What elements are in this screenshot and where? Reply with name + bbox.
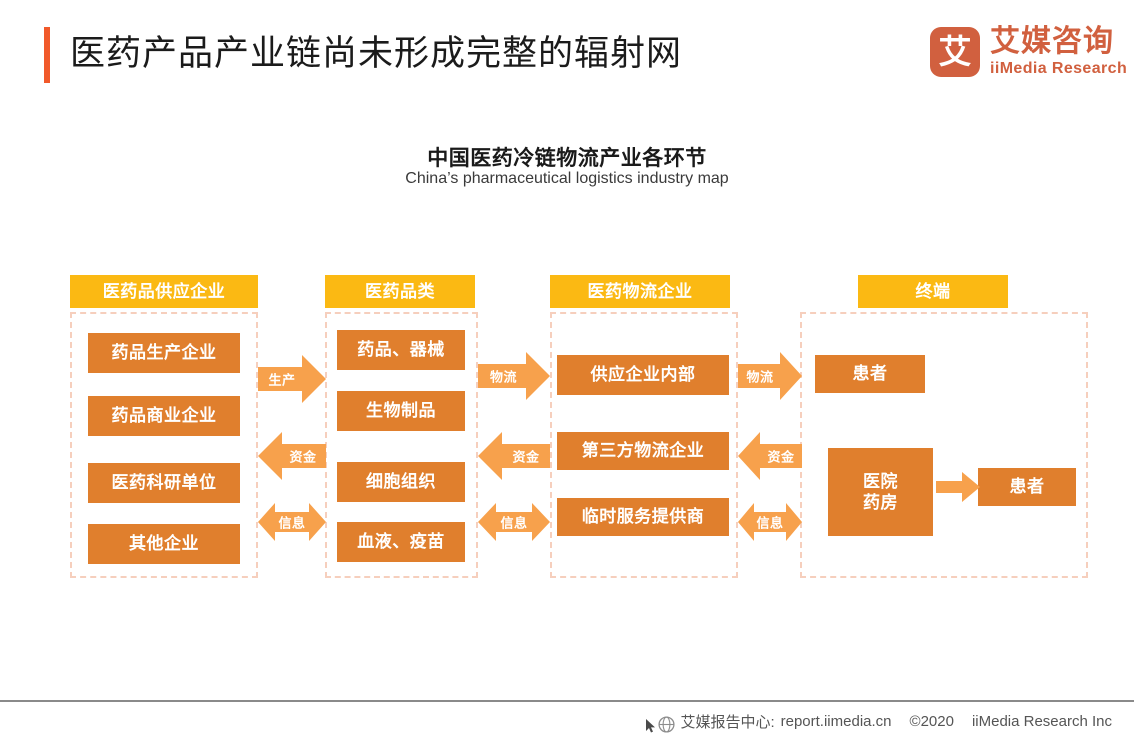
connector-logistics-right-1: 物流: [478, 352, 550, 400]
node-biological-product[interactable]: 生物制品: [337, 391, 465, 431]
connector-logistics-right-2: 物流: [738, 352, 802, 400]
footer-divider: [0, 700, 1134, 702]
column-header-supply: 医药品供应企业: [70, 275, 258, 308]
industry-chain-diagram: 医药品供应企业 药品生产企业 药品商业企业 医药科研单位 其他企业 医药品类 药…: [0, 0, 1134, 737]
node-third-party-logistics[interactable]: 第三方物流企业: [557, 432, 729, 470]
column-header-logistics: 医药物流企业: [550, 275, 730, 308]
footer-copyright: ©2020: [909, 713, 954, 730]
node-drug-device[interactable]: 药品、器械: [337, 330, 465, 370]
node-hospital-pharmacy[interactable]: 医院 药房: [828, 448, 933, 536]
node-research-institute[interactable]: 医药科研单位: [88, 463, 240, 503]
node-internal-supply[interactable]: 供应企业内部: [557, 355, 729, 395]
node-drug-commercial[interactable]: 药品商业企业: [88, 396, 240, 436]
mouse-cursor-icon: [646, 719, 657, 733]
footer-report-center: 艾媒报告中心:: [680, 714, 775, 731]
node-temp-service-provider[interactable]: 临时服务提供商: [557, 498, 729, 536]
column-header-product-category: 医药品类: [325, 275, 475, 308]
footer-url[interactable]: report.iimedia.cn: [781, 713, 892, 730]
node-pharmacy-line2: 药房: [863, 493, 898, 512]
node-patient-via-hospital[interactable]: 患者: [978, 468, 1076, 506]
column-box-terminal: [800, 312, 1088, 578]
node-other-enterprise[interactable]: 其他企业: [88, 524, 240, 564]
column-header-terminal: 终端: [858, 275, 1008, 308]
connector-information-both-1: 信息: [258, 503, 326, 541]
globe-icon: [658, 716, 676, 733]
connector-production-right: 生产: [258, 355, 326, 403]
connector-funds-left-3: 资金: [738, 432, 802, 480]
node-hospital-line1: 医院: [863, 471, 898, 491]
node-patient-direct[interactable]: 患者: [815, 355, 925, 393]
connector-information-both-3: 信息: [738, 503, 802, 541]
connector-information-both-2: 信息: [478, 503, 550, 541]
page-footer: 艾媒报告中心: report.iimedia.cn ©2020 iiMedia …: [0, 706, 1134, 737]
node-drug-manufacturer[interactable]: 药品生产企业: [88, 333, 240, 373]
node-blood-vaccine[interactable]: 血液、疫苗: [337, 522, 465, 562]
node-cell-tissue[interactable]: 细胞组织: [337, 462, 465, 502]
connector-pharmacy-to-patient: [936, 472, 980, 502]
connector-funds-left-2: 资金: [478, 432, 550, 480]
connector-funds-left-1: 资金: [258, 432, 326, 480]
footer-company: iiMedia Research Inc: [971, 713, 1112, 730]
